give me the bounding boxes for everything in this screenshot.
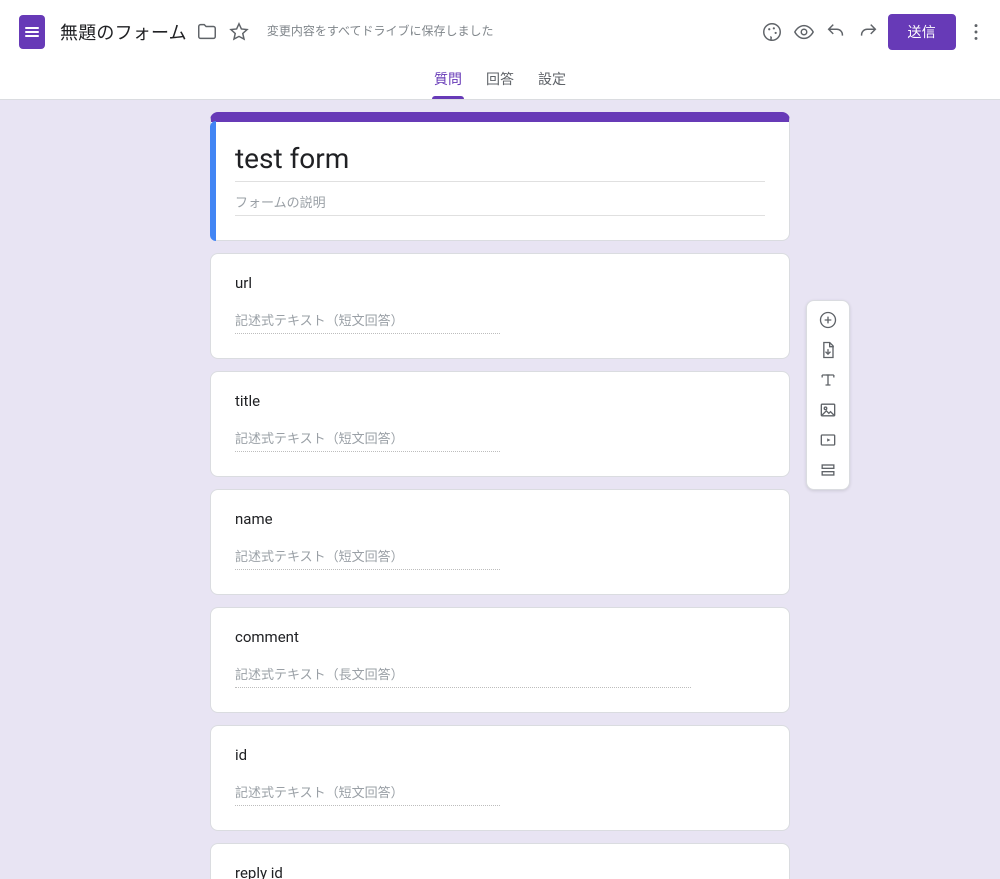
question-card[interactable]: title 記述式テキスト（短文回答） (210, 371, 790, 477)
import-questions-button[interactable] (810, 335, 846, 365)
short-answer-placeholder: 記述式テキスト（短文回答） (235, 310, 500, 334)
tab-responses[interactable]: 回答 (486, 69, 514, 99)
form-header-card[interactable]: test form フォームの説明 (210, 112, 790, 241)
add-question-button[interactable] (810, 305, 846, 335)
preview-icon[interactable] (792, 20, 816, 44)
send-button[interactable]: 送信 (888, 14, 957, 50)
question-card[interactable]: comment 記述式テキスト（長文回答） (210, 607, 790, 713)
short-answer-placeholder: 記述式テキスト（短文回答） (235, 782, 500, 806)
editor-tabs: 質問 回答 設定 (0, 64, 1000, 100)
short-answer-placeholder: 記述式テキスト（短文回答） (235, 546, 500, 570)
redo-icon[interactable] (856, 20, 880, 44)
add-title-button[interactable] (810, 365, 846, 395)
move-to-folder-icon[interactable] (195, 20, 219, 44)
save-status: 変更内容をすべてドライブに保存しました (267, 24, 494, 40)
add-video-button[interactable] (810, 425, 846, 455)
form-title-input[interactable]: test form (235, 136, 765, 182)
question-card[interactable]: url 記述式テキスト（短文回答） (210, 253, 790, 359)
undo-icon[interactable] (824, 20, 848, 44)
header-bar: 無題のフォーム 変更内容をすべてドライブに保存しました 送信 (0, 0, 1000, 64)
more-menu-icon[interactable] (964, 20, 988, 44)
question-card[interactable]: id 記述式テキスト（短文回答） (210, 725, 790, 831)
tab-settings[interactable]: 設定 (538, 69, 566, 99)
add-image-button[interactable] (810, 395, 846, 425)
question-toolbar (806, 300, 850, 490)
add-section-button[interactable] (810, 455, 846, 485)
question-card[interactable]: name 記述式テキスト（短文回答） (210, 489, 790, 595)
long-answer-placeholder: 記述式テキスト（長文回答） (235, 664, 691, 688)
question-title[interactable]: comment (235, 628, 765, 646)
theme-customize-icon[interactable] (760, 20, 784, 44)
question-title[interactable]: name (235, 510, 765, 528)
question-title[interactable]: title (235, 392, 765, 410)
tab-questions[interactable]: 質問 (434, 69, 462, 99)
document-title[interactable]: 無題のフォーム (60, 19, 187, 45)
form-description-input[interactable]: フォームの説明 (235, 182, 765, 216)
question-title[interactable]: reply id (235, 864, 765, 879)
short-answer-placeholder: 記述式テキスト（短文回答） (235, 428, 500, 452)
question-card[interactable]: reply id記述式テキスト（短文回答） (210, 843, 790, 879)
star-icon[interactable] (227, 20, 251, 44)
form-canvas: test form フォームの説明 url 記述式テキスト（短文回答） title 記… (0, 100, 1000, 879)
question-title[interactable]: id (235, 746, 765, 764)
question-title[interactable]: url (235, 274, 765, 292)
app-logo[interactable] (12, 12, 52, 52)
